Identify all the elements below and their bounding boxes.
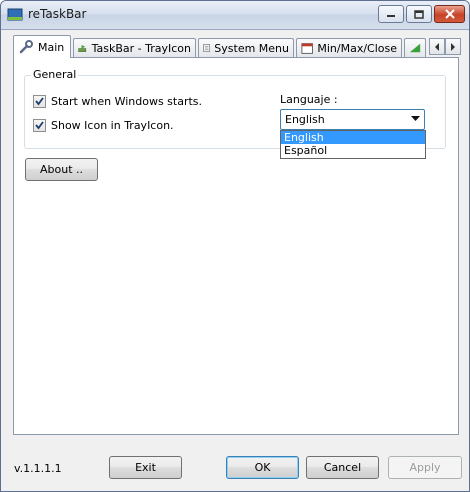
cancel-button[interactable]: Cancel — [306, 456, 379, 479]
tab-panel-main: General Start when Windows starts. Show … — [13, 57, 459, 435]
language-select[interactable]: English — [280, 109, 425, 130]
window-title: reTaskBar — [28, 7, 87, 21]
close-button[interactable] — [434, 5, 465, 23]
maximize-icon — [414, 9, 424, 19]
signal-bars-icon — [409, 43, 421, 53]
start-with-windows-label: Start when Windows starts. — [51, 95, 203, 108]
tab-scroll-left-button[interactable] — [429, 38, 445, 55]
about-button[interactable]: About .. — [25, 158, 98, 181]
language-option-espanol[interactable]: Español — [281, 144, 425, 157]
wrench-icon — [19, 40, 33, 54]
checkmark-icon — [35, 121, 44, 130]
tab-label: TaskBar - TrayIcon — [91, 41, 191, 55]
title-bar[interactable]: reTaskBar — [1, 1, 469, 30]
show-tray-icon-checkbox[interactable] — [33, 119, 46, 132]
tab-signal[interactable] — [404, 38, 426, 57]
tab-main[interactable]: Main — [13, 35, 71, 58]
chevron-left-icon — [435, 42, 439, 51]
group-title: General — [31, 68, 79, 81]
tab-label: Main — [38, 40, 65, 54]
checkmark-icon — [35, 97, 44, 106]
minimize-button[interactable] — [378, 5, 404, 23]
tab-taskbar-trayicon[interactable]: TaskBar - TrayIcon — [73, 38, 196, 57]
start-with-windows-checkbox-row[interactable]: Start when Windows starts. — [33, 95, 202, 108]
language-option-english[interactable]: English — [281, 131, 425, 144]
ok-button[interactable]: OK — [226, 456, 299, 479]
tab-label: Min/Max/Close — [317, 41, 397, 55]
tab-label: System Menu — [214, 41, 289, 55]
start-with-windows-checkbox[interactable] — [33, 95, 46, 108]
app-icon — [7, 7, 23, 23]
chevron-right-icon — [451, 42, 455, 51]
maximize-button[interactable] — [406, 5, 432, 23]
taskbar-arrow-icon — [78, 44, 87, 52]
tab-system-menu[interactable]: System Menu — [198, 38, 294, 57]
version-label: v.1.1.1.1 — [14, 462, 62, 475]
document-list-icon — [203, 44, 210, 52]
exit-button[interactable]: Exit — [109, 456, 182, 479]
language-label: Languaje : — [280, 93, 338, 106]
show-tray-icon-label: Show Icon in TrayIcon. — [51, 119, 174, 132]
show-tray-icon-checkbox-row[interactable]: Show Icon in TrayIcon. — [33, 119, 174, 132]
chevron-down-icon — [411, 116, 420, 121]
apply-button[interactable]: Apply — [388, 456, 462, 479]
language-selected-value: English — [285, 113, 325, 126]
tab-min-max-close[interactable]: Min/Max/Close — [296, 38, 402, 57]
tab-scroll-right-button[interactable] — [445, 38, 461, 55]
window-controls-icon — [301, 42, 313, 54]
close-icon — [444, 9, 455, 19]
tab-strip: Main TaskBar - TrayIcon System Menu Min/… — [13, 35, 461, 58]
minimize-icon — [387, 15, 395, 17]
app-window: reTaskBar Main TaskBar - TrayIcon System… — [0, 0, 470, 492]
language-dropdown-list: English Español — [280, 130, 426, 159]
